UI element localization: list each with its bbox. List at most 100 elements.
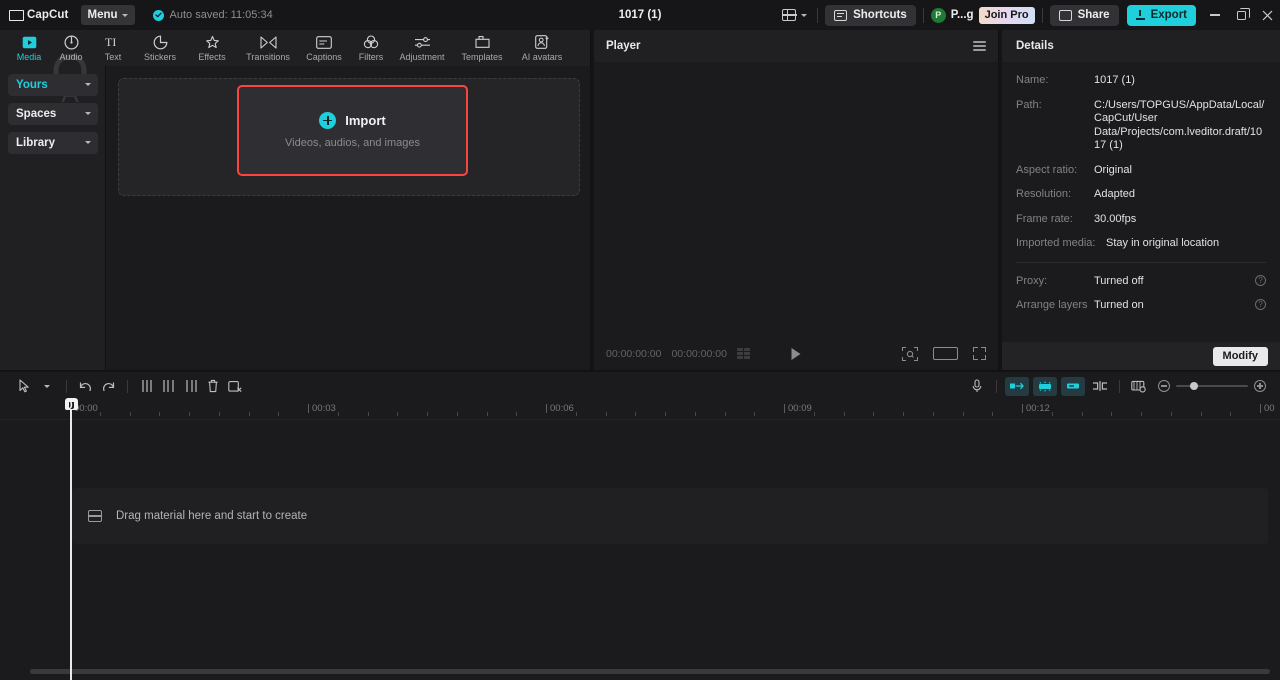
ruler-tick [606,412,607,416]
tab-effects[interactable]: Effects [186,31,238,65]
ruler-tick [844,412,845,416]
timeline-zoom-slider[interactable] [1158,380,1266,392]
check-icon [153,10,164,21]
layout-button[interactable] [779,4,810,26]
player-right-controls [902,337,986,370]
tab-captions[interactable]: Captions [298,31,350,65]
detail-label: Resolution: [1016,188,1094,202]
timeline-hscrollbar[interactable] [30,669,1270,674]
link-unlink-icon[interactable] [1089,375,1111,397]
ruler-tick [1230,412,1231,416]
detail-row-path: Path: C:/Users/TOPGUS/AppData/Local/CapC… [1016,99,1266,153]
import-sublabel: Videos, audios, and images [285,137,420,149]
sidebar-item-yours[interactable]: Yours [8,74,98,96]
join-pro-badge[interactable]: Join Pro [979,7,1035,24]
tab-label: Filters [359,52,384,62]
tab-text[interactable]: TI Text [92,31,134,65]
ruler-tick [516,412,517,416]
zoom-track[interactable] [1176,385,1248,387]
tab-transitions[interactable]: Transitions [238,31,298,65]
modify-button[interactable]: Modify [1213,347,1268,366]
delete-icon[interactable] [202,375,224,397]
tab-label: Captions [306,52,342,62]
preview-thumbnail-icon[interactable] [1128,375,1150,397]
menu-button[interactable]: Menu [81,5,135,25]
divider [923,8,924,23]
ruler-tick [1141,412,1142,416]
media-dropzone[interactable]: Import Videos, audios, and images [118,78,580,196]
ruler-tick [100,412,101,416]
minimize-button[interactable] [1202,0,1228,30]
timeline-drop-hint[interactable]: Drag material here and start to create [72,488,1268,544]
tab-label: Templates [461,52,502,62]
export-button[interactable]: Export [1127,5,1196,26]
close-button[interactable] [1254,0,1280,30]
divider [0,370,1280,371]
ruler-tick [814,412,815,416]
tab-label: Transitions [246,52,290,62]
aspect-ratio-icon[interactable] [933,347,958,360]
magnet-snap-toggle[interactable] [1033,377,1057,396]
tab-ai-avatars[interactable]: AI avatars [512,31,572,65]
redo-icon[interactable] [97,375,119,397]
import-label: Import [345,113,385,128]
shortcuts-button[interactable]: Shortcuts [825,5,916,26]
divider [817,8,818,23]
divider [1042,8,1043,23]
ruler-tick [873,412,874,416]
play-button[interactable] [792,348,801,360]
tab-filters[interactable]: Filters [350,31,392,65]
fullscreen-icon[interactable] [973,347,986,360]
zoom-knob[interactable] [1190,382,1198,390]
frames-icon[interactable] [737,348,750,359]
zoom-out-icon[interactable] [1158,380,1170,392]
snap-right-toggle[interactable] [1061,377,1085,396]
help-icon[interactable]: ? [1255,275,1266,286]
tab-media[interactable]: Media [8,31,50,65]
snapshot-icon[interactable] [902,347,918,361]
maximize-button[interactable] [1228,0,1254,30]
tab-adjustment[interactable]: Adjustment [392,31,452,65]
tab-audio[interactable]: Audio [50,31,92,65]
detail-row-frame-rate: Frame rate: 30.00fps [1016,213,1266,227]
timeline-tracks[interactable]: Drag material here and start to create [0,420,1280,680]
zoom-in-icon[interactable] [1254,380,1266,392]
select-tool-dropdown-icon[interactable] [36,375,58,397]
player-menu-icon[interactable] [973,41,986,51]
account-area[interactable]: P P...g Join Pro [931,7,1035,24]
ruler-tick [219,412,220,416]
drop-hint-label: Drag material here and start to create [116,510,307,522]
trim-start-icon[interactable] [158,375,180,397]
ruler-tick [397,412,398,416]
ruler-label: 00 [1264,403,1275,414]
titlebar-actions: Shortcuts P P...g Join Pro Share Export [779,0,1280,30]
divider [1119,380,1120,393]
tab-templates[interactable]: Templates [452,31,512,65]
select-tool-icon[interactable] [14,375,36,397]
split-icon[interactable] [136,375,158,397]
ruler-tick [992,412,993,416]
sidebar-item-spaces[interactable]: Spaces [8,103,98,125]
details-rows: Name: 1017 (1) Path: C:/Users/TOPGUS/App… [1002,62,1280,313]
share-button[interactable]: Share [1050,5,1119,26]
tab-stickers[interactable]: Stickers [134,31,186,65]
snap-left-toggle[interactable] [1005,377,1029,396]
detail-label: Frame rate: [1016,213,1094,227]
tab-label: Audio [59,52,82,62]
player-canvas[interactable] [594,62,998,337]
timeline-ruler[interactable]: 00:00 00:03 00:06 00:09 00:12 00 [0,400,1280,420]
app-brand: CapCut [9,9,69,21]
ruler-tick [1111,412,1112,416]
help-icon[interactable]: ? [1255,299,1266,310]
divider [105,66,106,370]
trim-end-icon[interactable] [180,375,202,397]
sidebar-item-label: Yours [16,79,48,91]
chevron-down-icon [85,141,91,144]
sidebar-item-library[interactable]: Library [8,132,98,154]
undo-icon[interactable] [75,375,97,397]
crop-icon[interactable] [224,375,246,397]
microphone-icon[interactable] [966,375,988,397]
current-time: 00:00:00:00 [606,348,661,360]
sidebar-item-label: Spaces [16,108,56,120]
import-button[interactable]: Import Videos, audios, and images [237,85,468,176]
